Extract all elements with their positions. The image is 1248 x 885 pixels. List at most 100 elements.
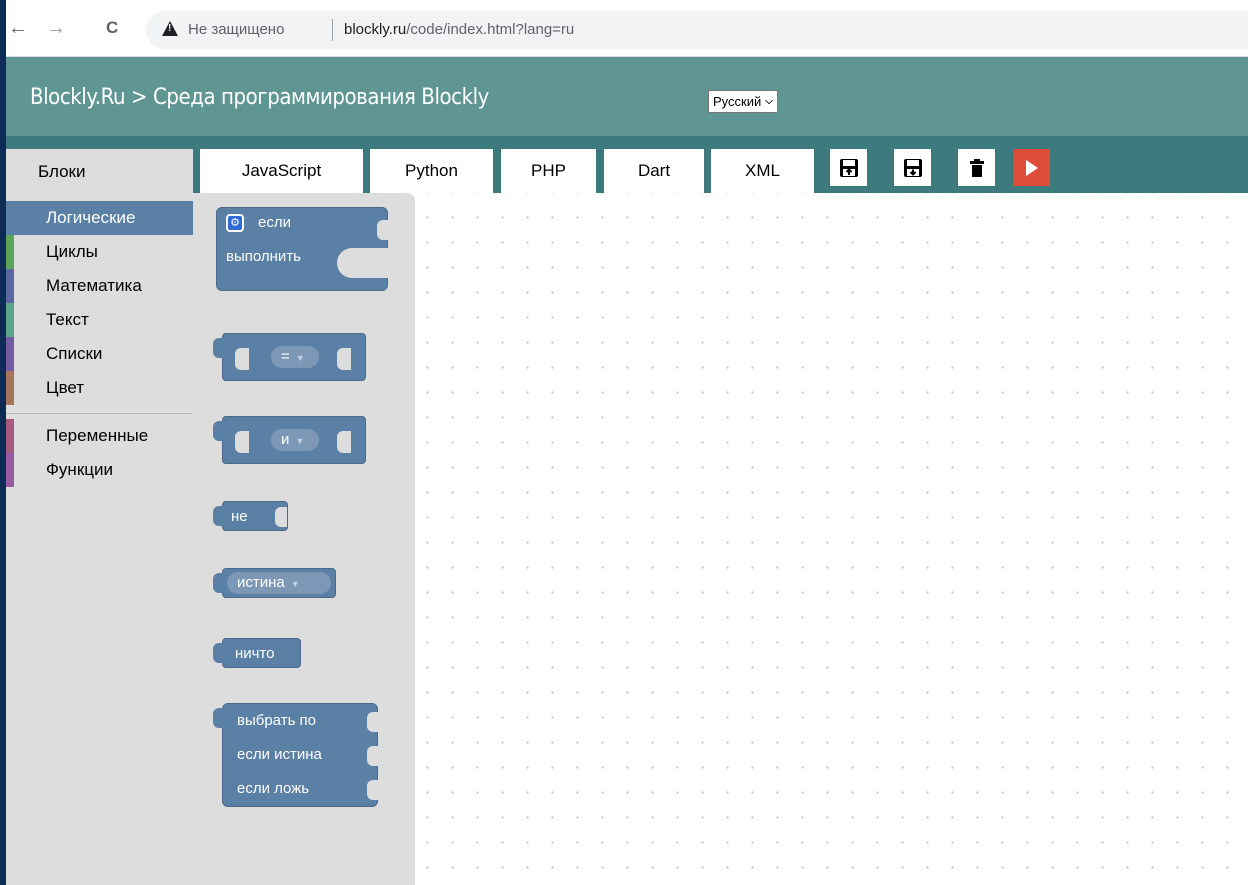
gear-icon[interactable]: ⚙ [226, 214, 244, 232]
input-slot [367, 746, 379, 766]
category-color [6, 235, 14, 269]
save-to-file-icon [839, 158, 858, 177]
block-flyout: ⚙ если выполнить = ▼ и ▼ не истина ▼ нич… [193, 193, 415, 885]
statement-slot [337, 248, 389, 278]
negate-label: не [231, 508, 248, 525]
category-label: Списки [46, 344, 103, 363]
logic-operation-block[interactable]: и ▼ [222, 416, 366, 464]
reload-icon[interactable]: C [106, 18, 118, 38]
category-color [6, 453, 14, 487]
toolbox: Логические Циклы Математика Текст Списки… [6, 193, 193, 885]
category-label: Функции [46, 460, 113, 479]
category-logic[interactable]: Логические [6, 201, 193, 235]
ternary-else-label: если ложь [237, 780, 310, 797]
trash-icon [969, 158, 984, 177]
blockly-workspace[interactable]: Логические Циклы Математика Текст Списки… [6, 193, 1248, 885]
boolean-block[interactable]: истина ▼ [222, 568, 336, 598]
category-color [6, 337, 14, 371]
output-tab [213, 708, 224, 728]
url-divider [332, 19, 333, 41]
category-lists[interactable]: Списки [6, 337, 193, 371]
dropdown-arrow-icon: ▼ [295, 353, 305, 363]
operator-value: = [281, 348, 290, 365]
category-color [6, 419, 14, 453]
logic-value: и [281, 431, 290, 448]
trash-button[interactable] [958, 149, 995, 186]
tab-javascript[interactable]: JavaScript [200, 149, 363, 193]
boolean-dropdown[interactable]: истина ▼ [227, 572, 331, 594]
category-label: Переменные [46, 426, 149, 445]
url-path: /code/index.html?lang=ru [406, 21, 575, 38]
category-color [6, 269, 14, 303]
tab-bar: Блоки JavaScript Python PHP Dart XML [6, 136, 1248, 193]
toolbox-title: Блоки [6, 149, 193, 193]
compare-block[interactable]: = ▼ [222, 333, 366, 381]
tab-xml[interactable]: XML [711, 149, 814, 193]
dropdown-arrow-icon: ▼ [290, 579, 300, 589]
input-slot [275, 507, 287, 527]
ternary-block[interactable]: выбрать по если истина если ложь [222, 703, 379, 807]
output-tab [213, 421, 224, 441]
negate-block[interactable]: не [222, 501, 288, 531]
tab-dart[interactable]: Dart [604, 149, 704, 193]
save-button[interactable] [830, 149, 867, 186]
category-divider [6, 413, 193, 414]
back-icon[interactable]: ← [8, 18, 28, 38]
output-tab [213, 573, 224, 593]
dropdown-arrow-icon: ▼ [295, 436, 305, 446]
language-value: Русский [713, 94, 762, 109]
category-label: Текст [46, 310, 89, 329]
security-label[interactable]: Не защищено [188, 21, 284, 38]
url-text[interactable]: blockly.ru/code/index.html?lang=ru [344, 21, 574, 38]
input-slot [367, 780, 379, 800]
output-tab [213, 643, 224, 663]
ternary-condition-label: выбрать по [237, 712, 317, 729]
input-slot [367, 712, 379, 732]
do-label: выполнить [226, 248, 301, 265]
run-icon [1025, 159, 1038, 176]
output-tab [213, 338, 224, 358]
category-color [6, 371, 14, 405]
category-label: Логические [46, 208, 136, 227]
category-text[interactable]: Текст [6, 303, 193, 337]
tab-php[interactable]: PHP [501, 149, 596, 193]
run-button[interactable] [1013, 149, 1050, 186]
load-button[interactable] [894, 149, 931, 186]
warning-icon[interactable] [162, 21, 178, 36]
tab-python[interactable]: Python [370, 149, 493, 193]
forward-icon[interactable]: → [46, 18, 66, 38]
logic-dropdown[interactable]: и ▼ [271, 429, 319, 451]
input-slot [337, 431, 351, 453]
language-select[interactable]: Русский ⌵ [708, 90, 778, 113]
input-slot [377, 220, 389, 240]
operator-dropdown[interactable]: = ▼ [271, 346, 319, 368]
if-label: если [258, 214, 291, 231]
input-slot [235, 348, 249, 370]
input-slot [235, 431, 249, 453]
category-color [6, 303, 14, 337]
app-header: Blockly.Ru > Среда программирования Bloc… [6, 57, 1248, 136]
category-colour[interactable]: Цвет [6, 371, 193, 405]
category-label: Математика [46, 276, 142, 295]
null-block[interactable]: ничто [222, 638, 301, 668]
ternary-then-label: если истина [237, 746, 322, 763]
chevron-down-icon: ⌵ [765, 96, 773, 107]
category-functions[interactable]: Функции [6, 453, 193, 487]
category-loops[interactable]: Циклы [6, 235, 193, 269]
url-field[interactable]: Не защищено blockly.ru/code/index.html?l… [146, 11, 1248, 49]
null-label: ничто [235, 645, 275, 662]
address-bar: ← → C Не защищено blockly.ru/code/index.… [6, 0, 1248, 57]
output-tab [213, 506, 224, 526]
page-title: Blockly.Ru > Среда программирования Bloc… [30, 85, 489, 110]
boolean-value: истина [237, 574, 285, 591]
category-label: Циклы [46, 242, 98, 261]
category-variables[interactable]: Переменные [6, 419, 193, 453]
if-block[interactable]: ⚙ если выполнить [216, 207, 389, 291]
category-color [6, 201, 14, 235]
url-host: blockly.ru [344, 21, 407, 38]
browser-window: ← → C Не защищено blockly.ru/code/index.… [6, 0, 1248, 885]
load-from-file-icon [903, 158, 922, 177]
input-slot [337, 348, 351, 370]
category-math[interactable]: Математика [6, 269, 193, 303]
category-label: Цвет [46, 378, 85, 397]
